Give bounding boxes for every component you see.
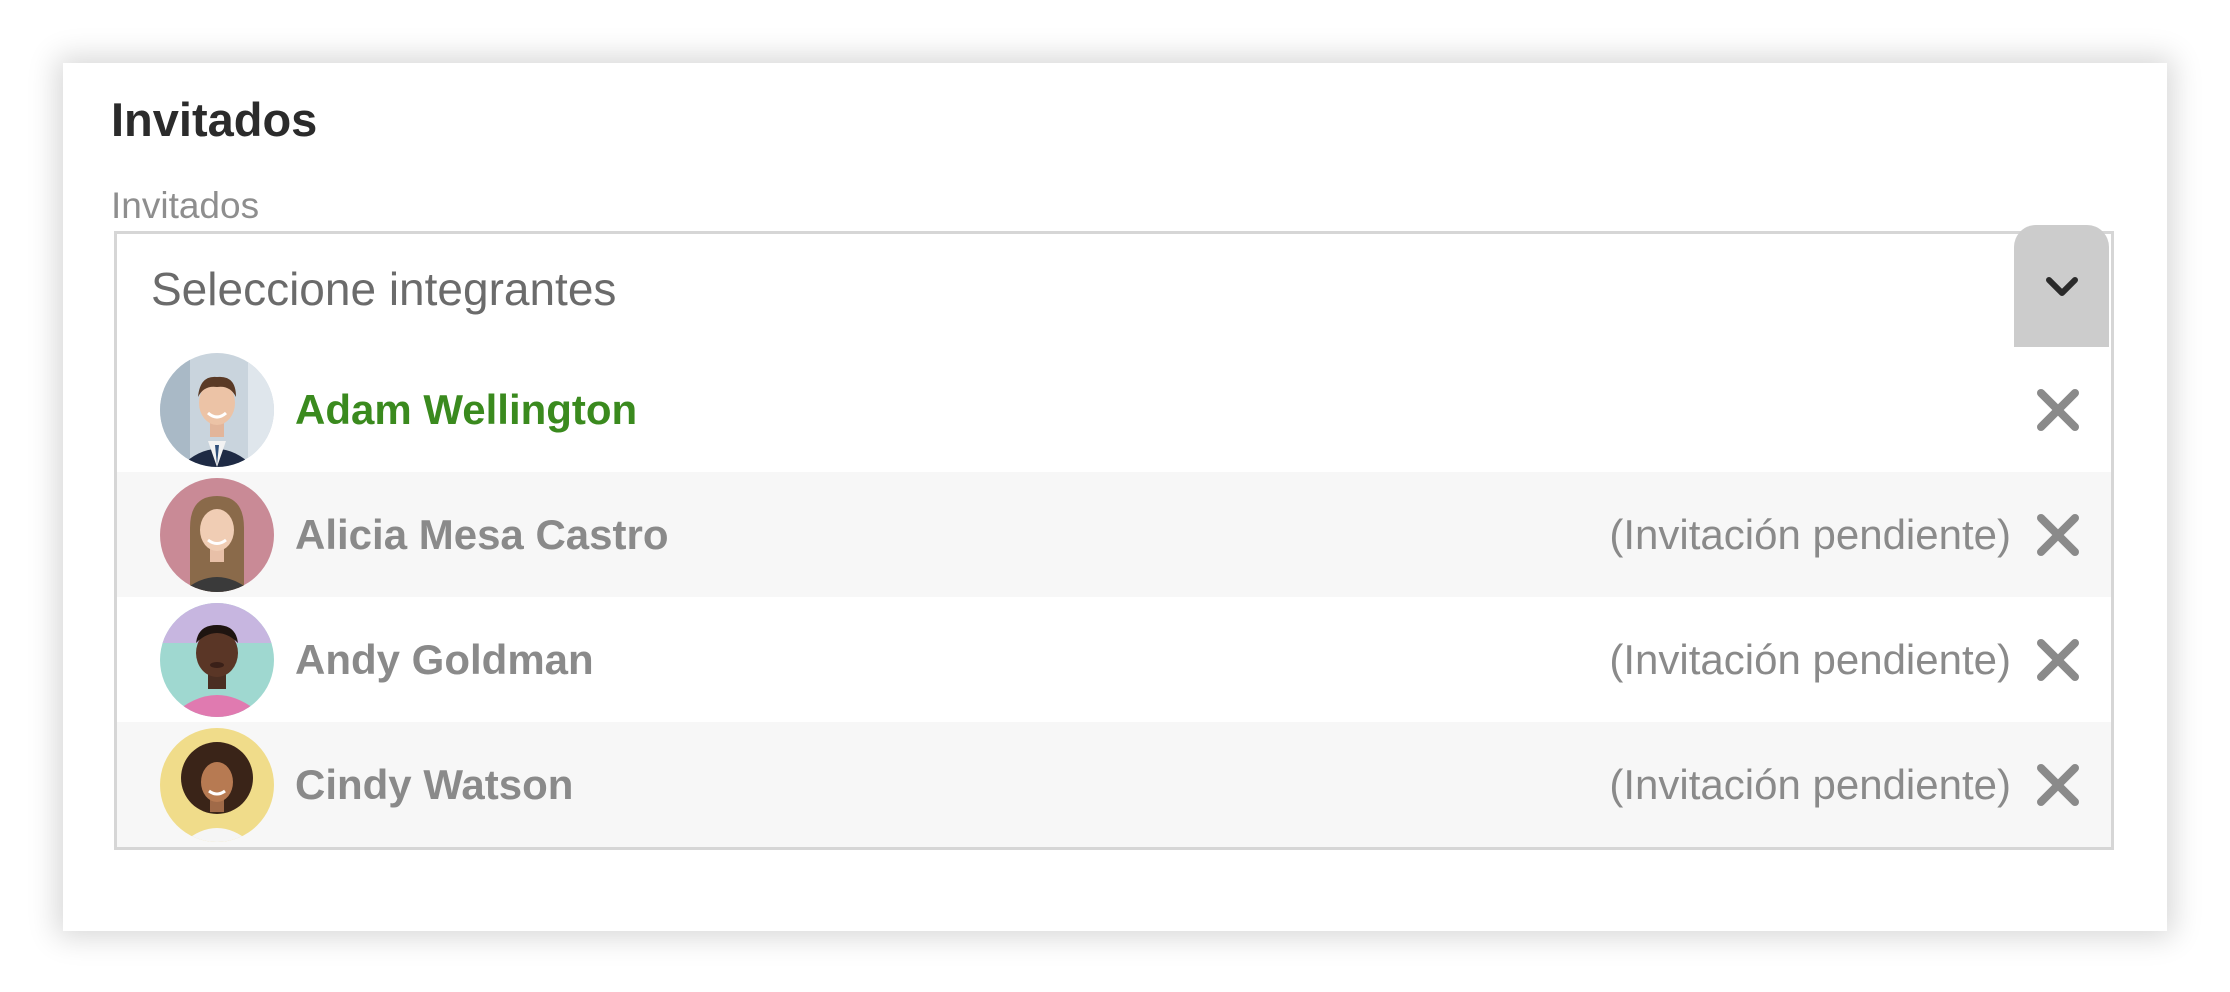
list-item: Adam Wellington — [117, 347, 2111, 472]
avatar — [160, 478, 274, 592]
member-name: Adam Wellington — [295, 386, 638, 433]
select-placeholder: Seleccione integrantes — [151, 263, 617, 315]
member-name: Andy Goldman — [295, 636, 594, 683]
close-icon[interactable] — [2035, 762, 2081, 808]
avatar — [160, 353, 274, 467]
dropdown-toggle-button[interactable] — [2014, 225, 2109, 349]
member-select[interactable]: Seleccione integrantes — [114, 225, 2114, 350]
close-icon[interactable] — [2035, 637, 2081, 683]
member-name: Cindy Watson — [295, 761, 574, 808]
section-title: Invitados — [111, 93, 318, 146]
invitados-card: Invitados Invitados Seleccione integrant… — [63, 63, 2167, 931]
invitation-status: (Invitación pendiente) — [1609, 636, 2011, 683]
field-label: Invitados — [111, 185, 260, 226]
list-item: Alicia Mesa Castro (Invitación pendiente… — [117, 472, 2111, 597]
list-item: Andy Goldman (Invitación pendiente) — [117, 597, 2111, 722]
close-icon[interactable] — [2035, 512, 2081, 558]
avatar — [160, 728, 274, 842]
members-list: Adam Wellington Alicia Mesa Castro (Invi… — [114, 347, 2114, 850]
invitation-status: (Invitación pendiente) — [1609, 761, 2011, 808]
chevron-down-icon — [2045, 277, 2078, 296]
list-item: Cindy Watson (Invitación pendiente) — [117, 722, 2111, 847]
close-icon[interactable] — [2035, 387, 2081, 433]
member-name: Alicia Mesa Castro — [295, 511, 669, 558]
invitation-status: (Invitación pendiente) — [1609, 511, 2011, 558]
avatar — [160, 603, 274, 717]
